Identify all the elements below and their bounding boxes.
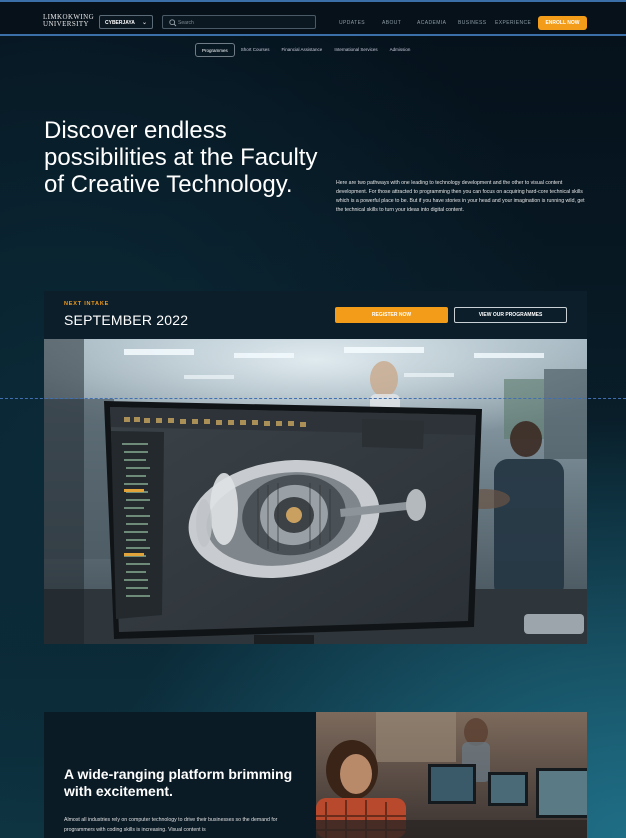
nav-business[interactable]: BUSINESS bbox=[458, 20, 487, 26]
search-box[interactable] bbox=[162, 15, 316, 29]
campus-selector[interactable]: CYBERJAYA ⌄ bbox=[99, 15, 153, 29]
search-input[interactable] bbox=[178, 18, 308, 27]
nav-experience[interactable]: EXPERIENCE bbox=[495, 20, 531, 26]
view-programmes-button[interactable]: VIEW OUR PROGRAMMES bbox=[454, 307, 567, 323]
platform-title: A wide-ranging platform brimming with ex… bbox=[64, 766, 293, 799]
nav-academia[interactable]: ACADEMIA bbox=[417, 20, 446, 26]
faculty-subnav: Programmes Short Courses Financial Assis… bbox=[195, 43, 416, 57]
platform-image-students bbox=[316, 712, 587, 838]
chevron-down-icon: ⌄ bbox=[141, 20, 147, 26]
university-logo[interactable]: LIMKOKWING UNIVERSITY bbox=[43, 14, 94, 28]
nav-updates[interactable]: UPDATES bbox=[339, 20, 365, 26]
intake-date: SEPTEMBER 2022 bbox=[64, 312, 189, 328]
tab-international-services[interactable]: International Services bbox=[328, 43, 383, 57]
platform-text: Almost all industries rely on computer t… bbox=[64, 817, 278, 833]
campus-label: CYBERJAYA bbox=[105, 20, 135, 26]
intake-card: NEXT INTAKE SEPTEMBER 2022 REGISTER NOW … bbox=[44, 291, 587, 339]
hero-image-workstation bbox=[44, 339, 587, 644]
hero-description: Here are two pathways with one leading t… bbox=[336, 180, 585, 213]
tab-financial-assistance[interactable]: Financial Assistance bbox=[276, 43, 329, 57]
hero-title: Discover endless possibilities at the Fa… bbox=[44, 117, 318, 198]
intake-label: NEXT INTAKE bbox=[64, 301, 110, 307]
guide-dashed-line bbox=[0, 398, 626, 399]
tab-short-courses[interactable]: Short Courses bbox=[235, 43, 276, 57]
top-accent-rule bbox=[0, 0, 626, 2]
register-now-button[interactable]: REGISTER NOW bbox=[335, 307, 448, 323]
tab-programmes[interactable]: Programmes bbox=[195, 43, 235, 57]
search-icon bbox=[169, 19, 177, 27]
tab-admission[interactable]: Admission bbox=[384, 43, 417, 57]
students-illustration bbox=[316, 712, 587, 838]
enroll-now-button[interactable]: ENROLL NOW bbox=[538, 16, 587, 30]
nav-about[interactable]: ABOUT bbox=[382, 20, 401, 26]
top-navigation-bar: LIMKOKWING UNIVERSITY CYBERJAYA ⌄ UPDATE… bbox=[0, 0, 626, 36]
workstation-illustration bbox=[44, 339, 587, 644]
logo-line-2: UNIVERSITY bbox=[43, 20, 89, 28]
platform-card: A wide-ranging platform brimming with ex… bbox=[44, 712, 316, 838]
